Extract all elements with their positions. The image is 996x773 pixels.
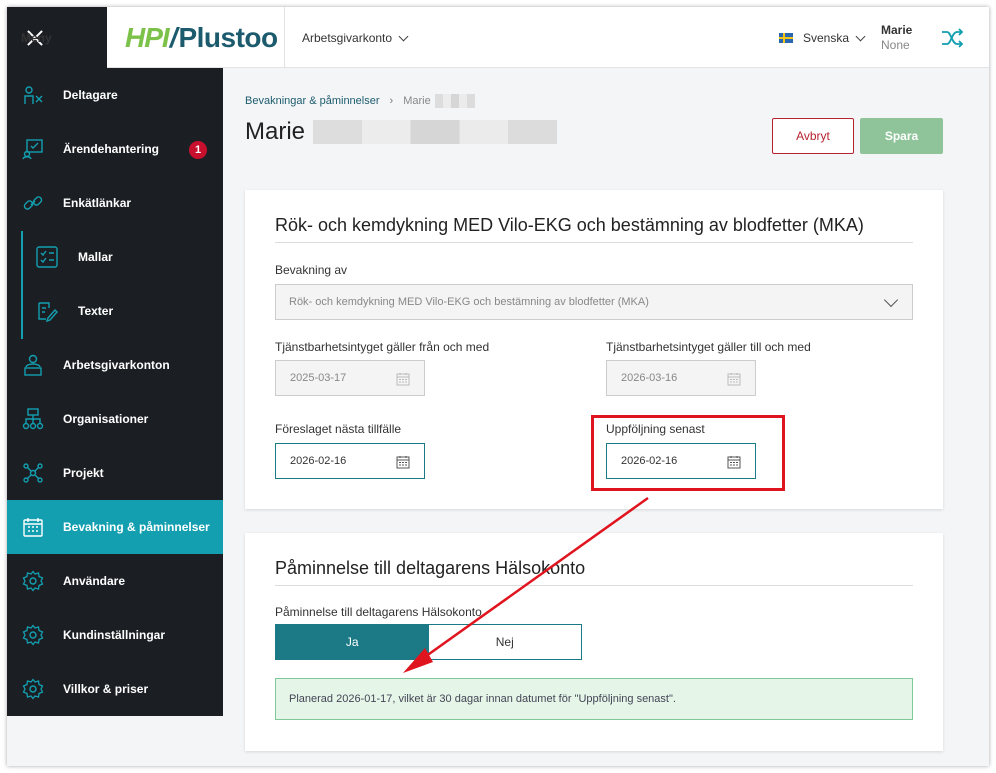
reminder-card: Påminnelse till deltagarens Hälsokonto P…	[245, 533, 943, 751]
suggested-label: Föreslaget nästa tillfälle	[275, 422, 402, 436]
reminder-info-text: Planerad 2026-01-17, vilket är 30 dagar …	[289, 693, 676, 705]
divider	[275, 242, 913, 243]
account-label: Arbetsgivarkonto	[302, 31, 393, 45]
chevron-right-icon: ›	[389, 95, 394, 107]
network-icon	[23, 463, 43, 483]
sidebar: Deltagare Ärendehantering 1 Enkätlänkar …	[7, 68, 223, 716]
sidebar-item-label: Texter	[78, 304, 114, 318]
divider	[284, 7, 285, 68]
sidebar-item-arbetsgivarkonton[interactable]: Arbetsgivarkonton	[7, 338, 223, 392]
toggle-no-button[interactable]: Nej	[429, 625, 582, 659]
divider	[275, 585, 913, 586]
breadcrumb: Bevakningar & påminnelser › Marie	[245, 94, 475, 108]
edit-text-icon	[38, 302, 58, 322]
top-bar: Meny HPI / Plustoo Arbetsgivarkonto Svensk…	[7, 7, 989, 68]
menu-toggle-button[interactable]: Meny	[7, 7, 107, 68]
chevron-down-icon	[855, 31, 866, 41]
suggested-value: 2026-02-16	[290, 455, 347, 467]
reminder-toggle-label: Påminnelse till deltagarens Hälsokonto	[275, 605, 482, 619]
sidebar-item-bevakning[interactable]: Bevakning & påminnelser	[7, 500, 223, 554]
breadcrumb-current: Marie	[403, 95, 431, 107]
sidebar-item-label: Projekt	[63, 466, 104, 480]
user-name: Marie	[881, 23, 913, 37]
suggested-date-field[interactable]: 2026-02-16	[275, 443, 425, 479]
shuffle-icon[interactable]	[940, 27, 964, 49]
sidebar-item-arendehantering[interactable]: Ärendehantering 1	[7, 122, 223, 176]
case-icon	[22, 139, 43, 160]
chevron-down-icon	[398, 31, 409, 41]
page-title: Marie	[245, 118, 558, 146]
gear-icon	[22, 570, 44, 592]
valid-from-date-field: 2025-03-17	[275, 360, 425, 396]
sidebar-item-enkatlankar[interactable]: Enkätlänkar	[7, 176, 223, 230]
checklist-icon	[36, 246, 58, 268]
calendar-icon	[727, 373, 741, 386]
sidebar-item-organisationer[interactable]: Organisationer	[7, 392, 223, 446]
language-label: Svenska	[803, 31, 850, 45]
sidebar-item-texter[interactable]: Texter	[7, 284, 223, 338]
sidebar-item-label: Användare	[63, 574, 126, 588]
participants-icon	[24, 86, 43, 104]
sidebar-item-label: Enkätlänkar	[63, 196, 132, 210]
watch-select-value: Rök- och kemdykning MED Vilo-EKG och bes…	[289, 296, 649, 308]
page-title-text: Marie	[245, 118, 306, 145]
employer-icon	[24, 354, 42, 376]
redacted-text	[313, 120, 558, 144]
save-button[interactable]: Spara	[860, 118, 943, 154]
valid-from-label: Tjänstbarhetsintyget gäller från och med	[275, 340, 490, 354]
user-menu[interactable]: Marie None	[881, 23, 912, 53]
sidebar-item-projekt[interactable]: Projekt	[7, 446, 223, 500]
valid-to-date-field: 2026-03-16	[606, 360, 756, 396]
redacted-text	[434, 94, 475, 108]
gear-icon	[22, 624, 44, 646]
toggle-yes-button[interactable]: Ja	[276, 625, 429, 659]
valid-from-value: 2025-03-17	[290, 372, 347, 384]
account-dropdown[interactable]: Arbetsgivarkonto	[302, 31, 409, 45]
sidebar-item-label: Kundinställningar	[63, 628, 165, 642]
calendar-icon	[396, 373, 410, 386]
card-heading: Påminnelse till deltagarens Hälsokonto	[275, 558, 586, 578]
sidebar-item-label: Arbetsgivarkonton	[63, 358, 170, 372]
sidebar-item-label: Ärendehantering	[63, 142, 160, 156]
user-role: None	[881, 38, 910, 52]
breadcrumb-parent-link[interactable]: Bevakningar & påminnelser	[245, 95, 380, 107]
menu-label: Meny	[21, 30, 52, 45]
reminder-toggle: Ja Nej	[275, 624, 582, 660]
sidebar-item-mallar[interactable]: Mallar	[7, 230, 223, 284]
sidebar-item-villkor[interactable]: Villkor & priser	[7, 662, 223, 716]
sidebar-item-label: Villkor & priser	[63, 682, 149, 696]
sidebar-item-label: Mallar	[78, 250, 113, 264]
notification-badge: 1	[189, 141, 207, 159]
calendar-icon	[23, 518, 43, 537]
card-heading: Rök- och kemdykning MED Vilo-EKG och bes…	[275, 215, 864, 235]
watch-label: Bevakning av	[275, 263, 348, 277]
swedish-flag-icon	[779, 33, 793, 43]
reminder-info-box: Planerad 2026-01-17, vilket är 30 dagar …	[275, 678, 913, 720]
calendar-icon[interactable]	[396, 455, 410, 469]
sidebar-item-label: Bevakning & påminnelser	[63, 520, 210, 534]
chevron-down-icon	[883, 292, 899, 308]
valid-to-value: 2026-03-16	[621, 372, 678, 384]
language-dropdown[interactable]: Svenska	[779, 31, 866, 45]
sidebar-item-kundinstallningar[interactable]: Kundinställningar	[7, 608, 223, 662]
cancel-button[interactable]: Avbryt	[772, 118, 854, 154]
gear-icon	[22, 678, 44, 700]
valid-to-label: Tjänstbarhetsintyget gäller till och med	[606, 340, 811, 354]
sidebar-item-anvandare[interactable]: Användare	[7, 554, 223, 608]
link-icon	[23, 196, 43, 210]
sidebar-item-deltagare[interactable]: Deltagare	[7, 68, 223, 122]
plustoo-logo[interactable]: HPI / Plustoo	[125, 21, 278, 55]
org-chart-icon	[22, 408, 44, 430]
sidebar-item-label: Deltagare	[63, 88, 118, 102]
highlight-box	[591, 415, 785, 491]
app-window: Meny HPI / Plustoo Arbetsgivarkonto Svensk…	[7, 7, 989, 766]
watch-select[interactable]: Rök- och kemdykning MED Vilo-EKG och bes…	[275, 284, 913, 320]
sidebar-item-label: Organisationer	[63, 412, 149, 426]
